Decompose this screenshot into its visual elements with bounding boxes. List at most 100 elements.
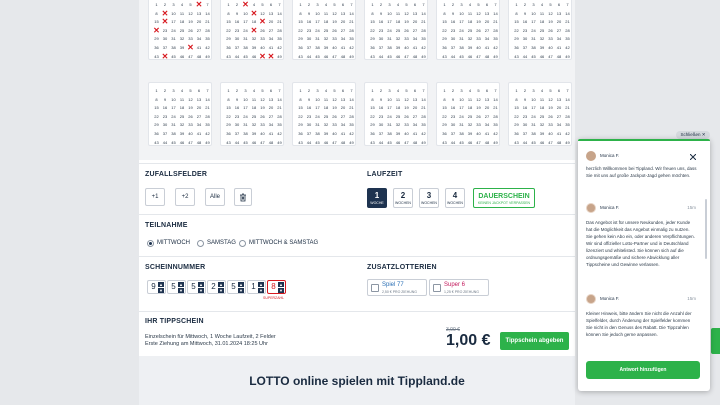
- number-cell[interactable]: 42: [419, 130, 428, 138]
- number-cell[interactable]: 35: [203, 35, 212, 43]
- number-cell[interactable]: 7: [491, 1, 500, 9]
- random-plus2-button[interactable]: +2: [175, 188, 195, 206]
- number-cell[interactable]: 28: [203, 113, 212, 121]
- number-cell[interactable]: 14: [347, 96, 356, 104]
- scheinnummer-digit[interactable]: 9 ▲ ▼: [147, 280, 166, 294]
- scheinnummer-digit[interactable]: 5 ▲ ▼: [187, 280, 206, 294]
- number-cell[interactable]: 49: [203, 139, 212, 147]
- number-cell[interactable]: 21: [491, 104, 500, 112]
- number-cell[interactable]: 21: [347, 18, 356, 26]
- number-cell[interactable]: 35: [419, 121, 428, 129]
- number-cell[interactable]: 7: [347, 1, 356, 9]
- superzahl-digit[interactable]: 8 ▲ ▼: [267, 280, 286, 294]
- number-cell[interactable]: 42: [563, 44, 572, 52]
- random-all-button[interactable]: Alle: [205, 188, 225, 206]
- number-cell[interactable]: 28: [347, 113, 356, 121]
- number-cell[interactable]: 49: [419, 139, 428, 147]
- number-cell[interactable]: 42: [491, 44, 500, 52]
- number-cell[interactable]: 49: [491, 53, 500, 61]
- number-cell[interactable]: 49: [491, 139, 500, 147]
- laufzeit-4-wochen[interactable]: 4 WOCHEN: [445, 188, 465, 208]
- teilnahme-samstag[interactable]: SAMSTAG: [197, 238, 236, 248]
- scheinnummer-digit[interactable]: 1 ▲ ▼: [247, 280, 266, 294]
- teilnahme-mittwoch-samstag[interactable]: MITTWOCH & SAMSTAG: [239, 238, 318, 248]
- number-cell[interactable]: 35: [491, 35, 500, 43]
- number-cell[interactable]: 28: [563, 113, 572, 121]
- number-cell[interactable]: 42: [347, 130, 356, 138]
- number-cell[interactable]: 7: [275, 87, 284, 95]
- number-cell[interactable]: 49: [419, 53, 428, 61]
- number-cell[interactable]: 28: [203, 27, 212, 35]
- number-cell[interactable]: 28: [275, 27, 284, 35]
- number-cell[interactable]: 42: [203, 44, 212, 52]
- number-cell[interactable]: 14: [491, 10, 500, 18]
- number-cell[interactable]: 42: [563, 130, 572, 138]
- number-cell[interactable]: 21: [491, 18, 500, 26]
- number-cell[interactable]: 42: [203, 130, 212, 138]
- number-cell[interactable]: 21: [563, 104, 572, 112]
- number-cell[interactable]: 28: [491, 113, 500, 121]
- number-cell[interactable]: 7: [419, 87, 428, 95]
- laufzeit-2-wochen[interactable]: 2 WOCHEN: [393, 188, 413, 208]
- number-cell[interactable]: 21: [563, 18, 572, 26]
- number-cell[interactable]: 49: [275, 53, 284, 61]
- number-cell[interactable]: 49: [275, 139, 284, 147]
- number-cell[interactable]: 14: [563, 96, 572, 104]
- number-cell[interactable]: 49: [347, 139, 356, 147]
- number-cell[interactable]: 21: [275, 104, 284, 112]
- number-cell[interactable]: 21: [275, 18, 284, 26]
- number-cell[interactable]: 28: [419, 113, 428, 121]
- number-cell[interactable]: 14: [563, 10, 572, 18]
- number-cell[interactable]: 35: [203, 121, 212, 129]
- number-cell[interactable]: 35: [491, 121, 500, 129]
- number-cell[interactable]: 14: [203, 96, 212, 104]
- number-cell[interactable]: 21: [203, 18, 212, 26]
- number-cell[interactable]: 28: [275, 113, 284, 121]
- number-cell[interactable]: 14: [419, 96, 428, 104]
- number-cell[interactable]: 49: [563, 139, 572, 147]
- number-cell[interactable]: 14: [347, 10, 356, 18]
- number-cell[interactable]: 7: [275, 1, 284, 9]
- number-cell[interactable]: 14: [203, 10, 212, 18]
- number-cell[interactable]: 28: [347, 27, 356, 35]
- chat-scrollbar[interactable]: [705, 199, 707, 259]
- number-cell[interactable]: 35: [419, 35, 428, 43]
- chat-schliessen-button[interactable]: Schließen ✕: [676, 131, 710, 139]
- number-cell[interactable]: 14: [419, 10, 428, 18]
- number-cell[interactable]: 35: [347, 121, 356, 129]
- number-cell[interactable]: 28: [491, 27, 500, 35]
- number-cell[interactable]: 49: [347, 53, 356, 61]
- antwort-hinzufuegen-button[interactable]: Antwort hinzufügen: [586, 361, 700, 379]
- clear-button[interactable]: [234, 188, 252, 206]
- side-tab[interactable]: [711, 328, 720, 354]
- super6-checkbox[interactable]: Super 6 1,25 € PRO ZIEHUNG: [429, 279, 489, 296]
- random-plus1-button[interactable]: +1: [145, 188, 165, 206]
- number-cell[interactable]: 7: [563, 87, 572, 95]
- number-cell[interactable]: 42: [275, 44, 284, 52]
- close-icon[interactable]: [690, 154, 696, 160]
- scheinnummer-digit[interactable]: 5 ▲ ▼: [227, 280, 246, 294]
- number-cell[interactable]: 35: [563, 35, 572, 43]
- number-cell[interactable]: 14: [491, 96, 500, 104]
- number-cell[interactable]: 49: [563, 53, 572, 61]
- number-cell[interactable]: 14: [275, 10, 284, 18]
- number-cell[interactable]: 21: [419, 18, 428, 26]
- laufzeit-3-wochen[interactable]: 3 WOCHEN: [419, 188, 439, 208]
- number-cell[interactable]: 35: [275, 121, 284, 129]
- number-cell[interactable]: 42: [419, 44, 428, 52]
- spiel77-checkbox[interactable]: Spiel 77 2,50 € PRO ZIEHUNG: [367, 279, 427, 296]
- number-cell[interactable]: 21: [203, 104, 212, 112]
- scheinnummer-digit[interactable]: 2 ▲ ▼: [207, 280, 226, 294]
- number-cell[interactable]: 21: [347, 104, 356, 112]
- number-cell[interactable]: 7: [563, 1, 572, 9]
- number-cell[interactable]: 28: [419, 27, 428, 35]
- number-cell[interactable]: 35: [347, 35, 356, 43]
- teilnahme-mittwoch[interactable]: MITTWOCH: [147, 238, 190, 248]
- number-cell[interactable]: 21: [419, 104, 428, 112]
- scheinnummer-digit[interactable]: 5 ▲ ▼: [167, 280, 186, 294]
- number-cell[interactable]: 7: [347, 87, 356, 95]
- tippschein-abgeben-button[interactable]: Tippschein abgeben: [500, 332, 569, 350]
- number-cell[interactable]: 7: [491, 87, 500, 95]
- number-cell[interactable]: 28: [563, 27, 572, 35]
- number-cell[interactable]: 42: [347, 44, 356, 52]
